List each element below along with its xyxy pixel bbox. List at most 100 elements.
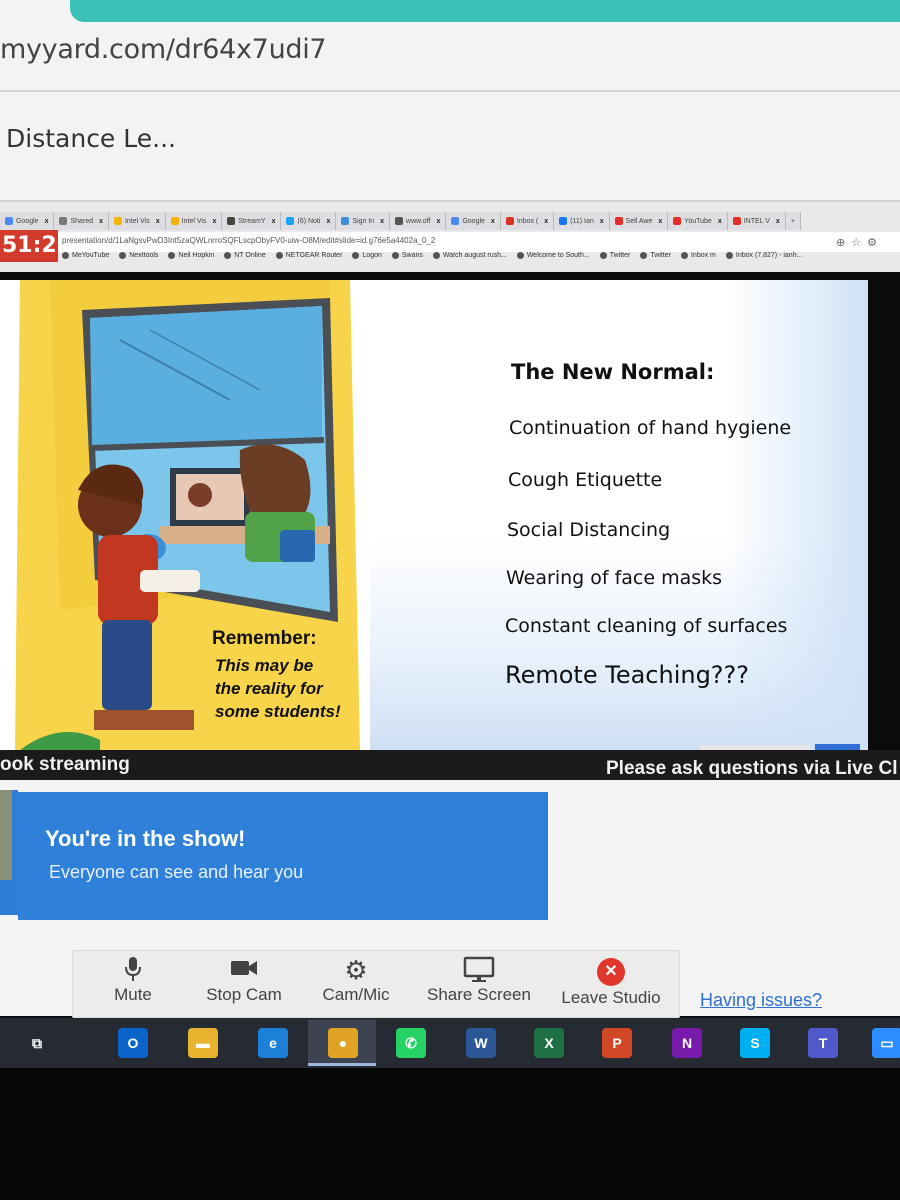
bookmark-favicon-icon [352,252,360,259]
browser-tab[interactable]: Inbox (x [500,212,555,230]
outlook-icon[interactable]: O [118,1028,148,1058]
monitor-icon [420,955,538,985]
whatsapp-icon[interactable]: ✆ [396,1028,426,1058]
address-bar-icons[interactable]: ⊕☆⚙ [836,236,883,249]
onenote-icon[interactable]: N [672,1028,702,1058]
remember-line: the reality for [215,679,323,698]
powerpoint-icon[interactable]: P [602,1028,632,1058]
tab-close-icon[interactable]: x [491,218,495,225]
browser-tab[interactable]: Google x [0,212,55,230]
tab-close-icon[interactable]: x [600,218,604,225]
tab-favicon-icon [113,217,122,225]
outer-divider [0,90,900,92]
bookmark-item[interactable]: NT Online [224,252,266,259]
countdown-timer: 51:28 [0,230,72,262]
task-view-icon[interactable]: ⧉ [22,1028,52,1058]
share-screen-button[interactable]: Share Screen [420,955,538,1005]
browser-tab[interactable]: Google x [446,212,501,230]
bookmark-item[interactable]: Inbox m [680,252,716,259]
edge-icon[interactable]: e [258,1028,288,1058]
tab-label: Google [462,217,485,225]
extension-icon[interactable]: ⚙ [867,237,883,249]
browser-tab[interactable]: www.off x [390,212,447,230]
browser-tab[interactable]: Sign In x [336,212,391,230]
tab-close-icon[interactable]: x [544,218,548,225]
tab-close-icon[interactable]: x [212,218,216,225]
tab-close-icon[interactable]: x [99,218,103,225]
bookmark-favicon-icon [516,252,524,259]
tab-close-icon[interactable]: x [156,218,160,225]
browser-tab[interactable]: (11) Ian x [554,212,610,230]
inner-address-bar[interactable]: presentation/d/1LaNgsvPwD3Int5zaQWLnrroS… [62,236,435,245]
tab-label: (6) Noti [297,217,321,225]
bookmark-label: NETGEAR Router [285,252,343,259]
browser-tab[interactable]: Sell Awe x [609,212,669,230]
bookmark-label: Inbox m [690,252,716,259]
tab-favicon-icon [673,217,682,225]
skype-icon[interactable]: S [740,1028,770,1058]
tab-close-icon[interactable]: x [45,218,49,225]
tab-label: StreamY [238,217,266,225]
bookmarks-bar: MeYouTube Nexttools Neil Hopkin NT Online NE… [62,252,802,259]
stop-cam-button[interactable]: Stop Cam [200,955,288,1005]
mute-button[interactable]: Mute [108,955,158,1005]
outer-address-bar[interactable]: myyard.com/dr64x7udi7 [0,34,327,65]
bookmark-label: Watch august rush... [442,252,507,259]
zoom-icon[interactable]: ▭ [872,1028,900,1058]
browser-tab[interactable]: INTEL V x [727,212,786,230]
stream-banner-left: ook streaming [0,754,130,775]
bookmark-favicon-icon [62,252,69,259]
bookmark-item[interactable]: MeYouTube [62,252,109,259]
browser-tab[interactable]: Shared x [54,212,109,230]
browser-tab[interactable]: StreamY x [222,212,282,230]
chrome-icon[interactable]: ● [328,1028,358,1058]
bookmark-item[interactable]: Swans [391,252,423,259]
bookmark-favicon-icon [680,252,688,259]
new-tab-button[interactable]: + [785,212,801,230]
tab-close-icon[interactable]: x [272,218,276,225]
tab-close-icon[interactable]: x [326,218,330,225]
cam-mic-button[interactable]: ⚙ Cam/Mic [315,955,397,1005]
leave-studio-button[interactable]: ✕ Leave Studio [554,958,668,1008]
slide-bullet: Constant cleaning of surfaces [505,615,788,637]
slide-closing-question: Remote Teaching??? [505,661,750,689]
word-icon[interactable]: W [466,1028,496,1058]
bookmark-item[interactable]: Welcome to South... [516,252,590,259]
tab-label: (11) Ian [570,217,594,225]
tab-close-icon[interactable]: x [436,218,440,225]
remember-title: Remember: [212,628,317,649]
bookmark-item[interactable]: Watch august rush... [432,252,507,259]
file-explorer-icon[interactable]: ▬ [188,1028,218,1058]
tab-close-icon[interactable]: x [718,218,722,225]
browser-tab[interactable]: Intel Vis x [108,212,166,230]
tab-close-icon[interactable]: x [658,218,662,225]
bookmark-label: Welcome to South... [526,252,590,259]
bookmark-item[interactable]: Twitter [640,252,671,259]
bookmark-favicon-icon [224,252,232,259]
tab-label: Intel Vis [124,217,150,225]
bookmark-item[interactable]: Twitter [599,252,630,259]
browser-tab[interactable]: Intel Vis x [165,212,223,230]
slide-heading: The New Normal: [511,360,715,384]
having-issues-link[interactable]: Having issues? [700,990,822,1011]
browser-tab[interactable]: (6) Noti x [281,212,337,230]
stream-banner-right: Please ask questions via Live Cl [606,758,898,779]
bookmark-item[interactable]: NETGEAR Router [275,252,343,259]
screen-bezel [0,1068,900,1200]
remember-line: This may be [215,656,314,675]
bookmark-item[interactable]: Inbox (7,827) - ianh... [725,252,803,259]
tab-favicon-icon [227,217,236,225]
inner-tab-strip: Google x Shared x Intel Vis x Intel Vis x Stream… [0,212,801,230]
teams-icon[interactable]: T [808,1028,838,1058]
bookmark-item[interactable]: Neil Hopkin [168,252,214,259]
star-icon[interactable]: ☆ [851,237,867,249]
browser-tab[interactable]: YouTube x [668,212,728,230]
bookmark-item[interactable]: Logon [352,252,382,259]
tab-label: YouTube [684,217,712,225]
tab-close-icon[interactable]: x [776,218,780,225]
bookmark-item[interactable]: Nexttools [119,252,158,259]
zoom-icon[interactable]: ⊕ [836,237,851,249]
excel-icon[interactable]: X [534,1028,564,1058]
bookmark-label: Inbox (7,827) - ianh... [735,252,803,259]
tab-close-icon[interactable]: x [380,218,384,225]
